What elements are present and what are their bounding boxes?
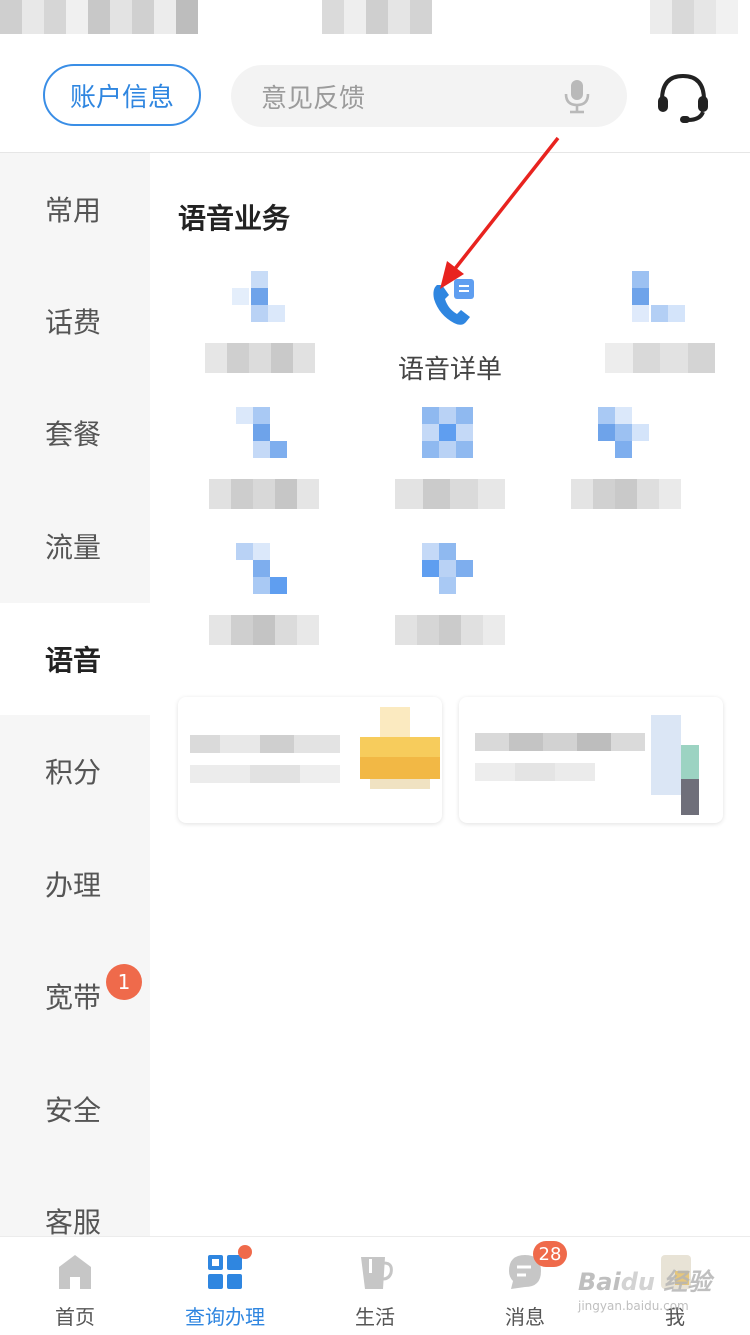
category-sidebar: 常用 话费 套餐 流量 语音 积分 办理 宽带 安全 客服 [0, 153, 150, 1239]
sidebar-item-label: 办理 [45, 869, 102, 902]
watermark-logo: Baidu 经验 jingyan.baidu.com [578, 1268, 712, 1313]
voice-detail-label[interactable]: 语音详单 [398, 349, 502, 386]
sidebar-item-security[interactable]: 安全 [0, 1053, 150, 1165]
tab-life[interactable]: 生活 [300, 1237, 450, 1335]
sidebar-item-label: 语音 [45, 644, 102, 677]
sidebar-item-points[interactable]: 积分 [0, 715, 150, 827]
service-item-obscured[interactable] [580, 271, 740, 401]
service-item-obscured[interactable] [184, 543, 344, 673]
sidebar-item-label: 安全 [45, 1094, 102, 1127]
pixelated-icon [422, 407, 478, 463]
messages-badge: 28 [533, 1241, 567, 1267]
pixelated-label [205, 343, 315, 373]
pixelated-text [475, 733, 645, 751]
pixelated-icon [236, 543, 292, 599]
service-item-obscured[interactable] [370, 543, 530, 673]
cup-icon [361, 1257, 393, 1289]
pixelated-text [190, 765, 340, 783]
status-bar [0, 0, 750, 40]
pixelated-status-right [650, 0, 738, 34]
pixelated-text [475, 763, 595, 781]
notification-dot [238, 1245, 252, 1259]
sidebar-item-package[interactable]: 套餐 [0, 377, 150, 489]
sidebar-item-data[interactable]: 流量 [0, 490, 150, 602]
sidebar-item-label: 积分 [45, 756, 102, 789]
broadband-badge: 1 [106, 964, 142, 1000]
sidebar-item-label: 套餐 [45, 418, 102, 451]
pixelated-label [395, 479, 505, 509]
sidebar-item-label: 宽带 [45, 981, 102, 1014]
promo-card-obscured[interactable] [459, 697, 723, 823]
search-input[interactable]: 意见反馈 [231, 65, 627, 127]
tab-label: 首页 [55, 1305, 95, 1329]
section-title: 语音业务 [178, 202, 291, 235]
pixelated-label [571, 479, 681, 509]
pixelated-image [651, 715, 711, 815]
pixelated-icon [422, 543, 478, 599]
sidebar-item-voice[interactable]: 语音 [0, 603, 150, 715]
pixelated-image [360, 707, 440, 797]
phone-record-icon[interactable] [430, 277, 480, 329]
sidebar-item-common[interactable]: 常用 [0, 153, 150, 265]
sidebar-item-handle[interactable]: 办理 [0, 828, 150, 940]
customer-service-headset-icon[interactable] [654, 70, 712, 126]
pixelated-icon [236, 407, 292, 463]
service-item-obscured[interactable] [370, 407, 530, 537]
pixelated-label [209, 479, 319, 509]
home-icon [59, 1255, 91, 1289]
grid-apps-icon [208, 1255, 242, 1289]
pixelated-icon [232, 271, 288, 327]
top-bar: 账户信息 意见反馈 [0, 40, 750, 153]
pixelated-status-left [0, 0, 198, 34]
account-info-button[interactable]: 账户信息 [43, 64, 201, 126]
main-content: 语音业务 语音详单 [150, 153, 750, 1236]
sidebar-item-phone-bill[interactable]: 话费 [0, 265, 150, 377]
pixelated-icon [598, 407, 654, 463]
pixelated-status-center [322, 0, 432, 34]
pixelated-icon [632, 271, 688, 327]
pixelated-label [605, 343, 715, 373]
pixelated-label [395, 615, 505, 645]
promo-card-obscured[interactable] [178, 697, 442, 823]
sidebar-item-label: 常用 [45, 194, 102, 227]
service-item-obscured[interactable] [180, 271, 340, 401]
pixelated-label [209, 615, 319, 645]
tab-home[interactable]: 首页 [0, 1237, 150, 1335]
service-item-obscured[interactable] [184, 407, 344, 537]
search-placeholder: 意见反馈 [261, 83, 366, 114]
pixelated-text [190, 735, 340, 753]
microphone-icon[interactable] [557, 76, 597, 116]
sidebar-item-label: 话费 [45, 306, 102, 339]
tab-label: 查询办理 [185, 1305, 265, 1329]
service-item-obscured[interactable] [546, 407, 706, 537]
tab-query-handle[interactable]: 查询办理 [150, 1237, 300, 1335]
sidebar-item-label: 流量 [45, 531, 102, 564]
tab-label: 生活 [355, 1305, 395, 1329]
sidebar-item-label: 客服 [45, 1206, 102, 1239]
